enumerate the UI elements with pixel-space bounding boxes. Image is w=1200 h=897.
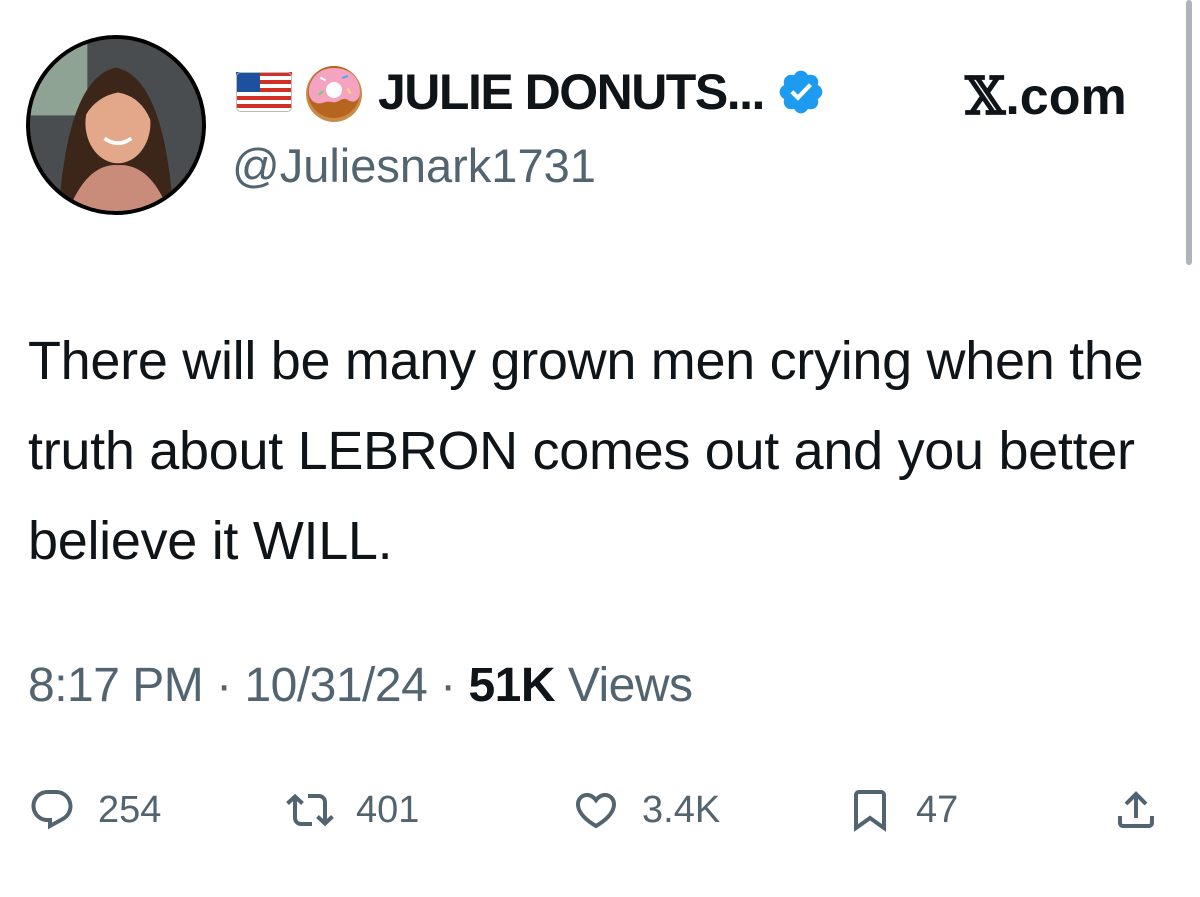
tweet-text: There will be many grown men crying when… <box>28 331 1144 571</box>
site-suffix: .com <box>1005 68 1127 126</box>
us-flag-emoji <box>236 72 292 112</box>
author-avatar[interactable] <box>26 35 206 215</box>
views-label: Views <box>567 659 693 712</box>
x-com-label: 𝕏.com <box>965 66 1127 127</box>
tweet-time[interactable]: 8:17 PM <box>28 659 204 712</box>
reply-icon <box>31 790 73 830</box>
tweet-date[interactable]: 10/31/24 <box>244 659 427 712</box>
author-handle[interactable]: @Juliesnark1731 <box>232 138 596 193</box>
x-logo-icon: 𝕏 <box>965 66 1006 127</box>
repost-button[interactable]: 401 <box>286 786 419 834</box>
bookmark-count: 47 <box>916 788 959 831</box>
views-count: 51K <box>468 659 556 712</box>
heart-icon <box>575 793 617 829</box>
meta-separator: · <box>216 659 232 712</box>
display-name: JULIE DONUTS... <box>378 64 765 120</box>
like-button[interactable]: 3.4K <box>572 786 720 834</box>
tweet-meta: 8:17 PM · 10/31/24 · 51K Views <box>28 658 693 713</box>
author-name-row[interactable]: JULIE DONUTS... <box>236 52 826 132</box>
avatar-photo <box>30 39 202 211</box>
like-count: 3.4K <box>642 788 721 831</box>
bookmark-icon <box>854 790 886 832</box>
share-icon <box>1118 791 1154 828</box>
repost-count: 401 <box>356 788 420 831</box>
reply-button[interactable]: 254 <box>28 786 161 834</box>
scrollbar[interactable] <box>1186 0 1192 265</box>
verified-badge-icon[interactable] <box>776 67 826 117</box>
donut-emoji <box>306 66 362 122</box>
meta-separator: · <box>440 659 456 712</box>
bookmark-button[interactable]: 47 <box>846 786 958 834</box>
share-button[interactable] <box>1112 786 1160 834</box>
reply-count: 254 <box>98 788 162 831</box>
repost-icon <box>286 793 334 827</box>
